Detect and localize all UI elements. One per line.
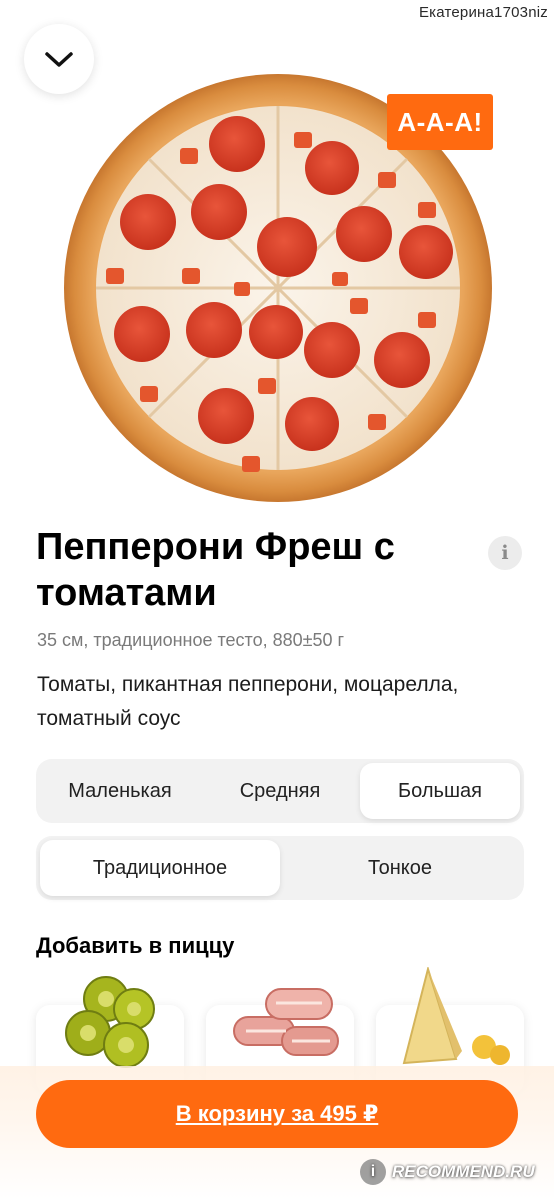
product-description: Томаты, пикантная пепперони, моцарелла, …: [37, 673, 459, 730]
size-option-small[interactable]: Маленькая: [40, 763, 200, 819]
info-icon: i: [501, 542, 509, 564]
chevron-down-icon: [45, 52, 73, 67]
dough-option-traditional[interactable]: Традиционное: [40, 840, 280, 896]
jalapeno-image: [65, 976, 155, 1068]
size-selector: Маленькая Средняя Большая: [36, 759, 524, 823]
watermark-site: i RECOMMEND.RU: [360, 1158, 535, 1186]
size-option-medium[interactable]: Средняя: [200, 763, 360, 819]
dough-selector: Традиционное Тонкое: [36, 836, 524, 900]
bacon-image: [233, 988, 339, 1056]
toppings-section-title: Добавить в пиццу: [36, 933, 235, 958]
size-option-large[interactable]: Большая: [360, 763, 520, 819]
close-button[interactable]: [24, 24, 94, 94]
watermark-site-label: RECOMMEND.RU: [392, 1162, 535, 1181]
watermark-user: Екатерина1703niz: [418, 4, 548, 21]
product-title: Пепперони Фреш с томатами: [36, 526, 395, 614]
add-to-cart-button[interactable]: В корзину за 495 ₽: [36, 1080, 518, 1148]
info-button[interactable]: i: [488, 536, 522, 570]
dough-option-thin[interactable]: Тонкое: [280, 840, 520, 896]
add-to-cart-label: В корзину за 495 ₽: [175, 1101, 379, 1126]
recommend-logo-icon: i: [360, 1159, 386, 1185]
cheese-image: [402, 967, 510, 1065]
product-meta: 35 см, традиционное тесто, 880±50 г: [37, 630, 345, 650]
promo-badge: А-А-А!: [387, 94, 493, 150]
